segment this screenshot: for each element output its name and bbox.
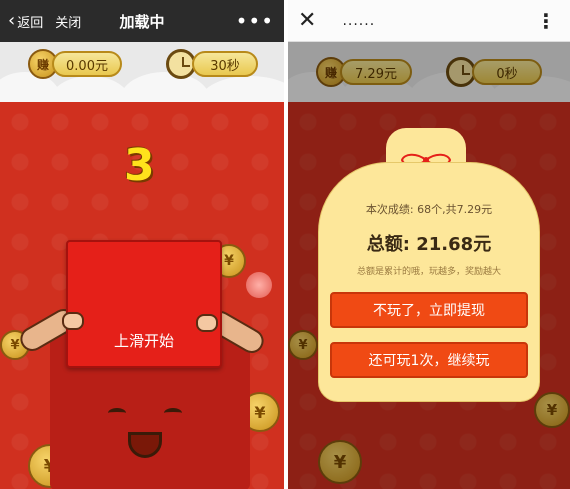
mascot-mouth bbox=[128, 432, 162, 458]
screenshot-root: ‹ 返回 关闭 加载中 ••• 赚 0.00元 30秒 3 ¥ ¥ ¥ ¥ bbox=[0, 0, 570, 489]
coin-amount: 0.00元 bbox=[66, 58, 108, 74]
close-icon[interactable]: ✕ bbox=[298, 9, 316, 32]
top-bar: ✕ ...... ⋮ bbox=[288, 0, 570, 42]
swipe-up-label: 上滑开始 bbox=[113, 332, 174, 350]
page-title: ...... bbox=[342, 12, 376, 29]
game-result-screen: ✕ ...... ⋮ 赚 7.29元 0秒 ¥ ¥ ¥ 本次成绩: 68个,共7… bbox=[288, 0, 570, 489]
countdown-number: 3 bbox=[124, 140, 155, 191]
timer-pill: 30秒 bbox=[192, 51, 258, 77]
close-link[interactable]: 关闭 bbox=[55, 12, 81, 31]
total-amount-text: 总额: 21.68元 bbox=[366, 234, 492, 255]
right-eye bbox=[164, 408, 182, 418]
left-eye bbox=[108, 408, 126, 418]
timer-value: 30秒 bbox=[210, 58, 240, 74]
hint-text: 总额是累计的哦，玩越多，奖励越大 bbox=[356, 267, 501, 277]
continue-play-button[interactable]: 还可玩1次，继续玩 bbox=[330, 342, 528, 378]
touch-indicator bbox=[246, 272, 272, 298]
coin-amount-pill: 0.00元 bbox=[52, 51, 122, 77]
back-button[interactable]: ‹ 返回 bbox=[8, 12, 43, 31]
more-vertical-icon[interactable]: ⋮ bbox=[536, 11, 556, 31]
withdraw-now-button[interactable]: 不玩了，立即提现 bbox=[330, 292, 528, 328]
chevron-left-icon: ‹ bbox=[8, 10, 16, 31]
mascot-face bbox=[108, 400, 188, 480]
top-bar: ‹ 返回 关闭 加载中 ••• bbox=[0, 0, 284, 42]
red-envelope-card[interactable]: 上滑开始 bbox=[66, 240, 222, 368]
back-label: 返回 bbox=[17, 15, 44, 31]
round-score-text: 本次成绩: 68个,共7.29元 bbox=[365, 203, 493, 216]
game-start-screen: ‹ 返回 关闭 加载中 ••• 赚 0.00元 30秒 3 ¥ ¥ ¥ ¥ bbox=[0, 0, 284, 489]
left-hand bbox=[62, 312, 84, 330]
more-horizontal-icon[interactable]: ••• bbox=[236, 11, 274, 31]
right-hand bbox=[196, 314, 218, 332]
